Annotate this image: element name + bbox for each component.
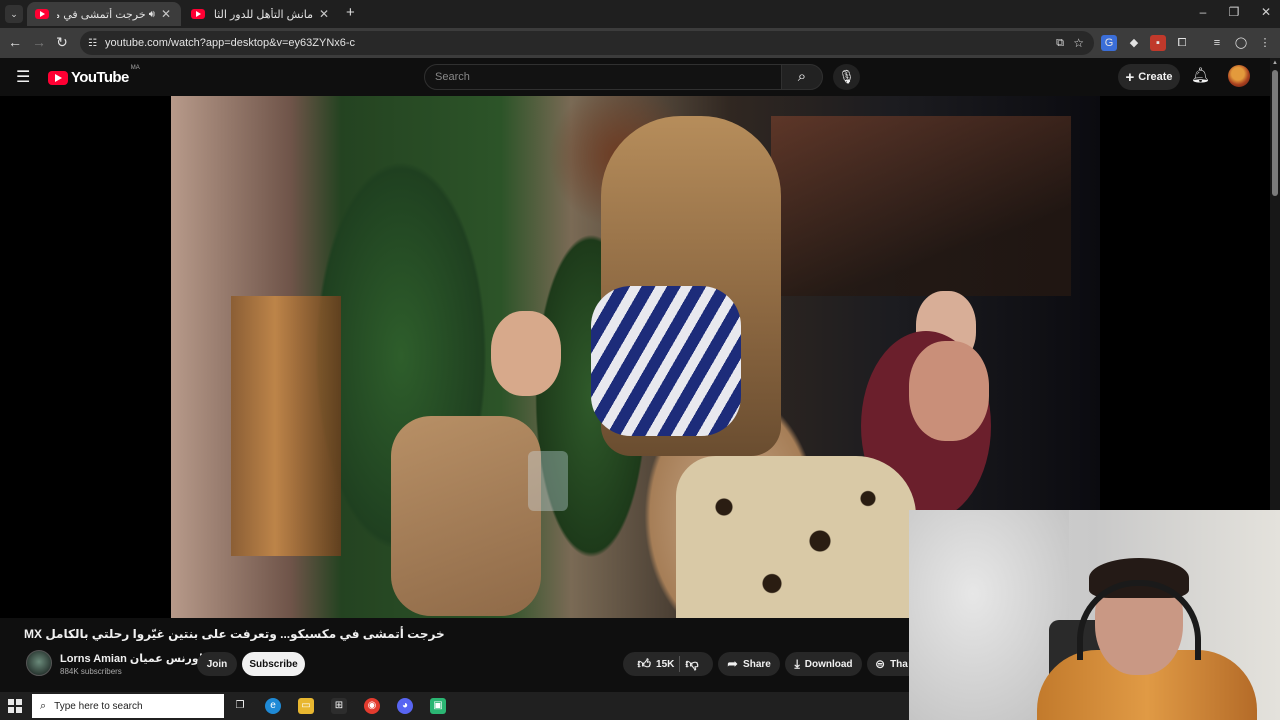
search-input[interactable]: Search [424, 64, 782, 90]
chrome-menu-icon[interactable]: ⋮ [1257, 35, 1273, 51]
youtube-logo[interactable]: YouTube MA [48, 65, 140, 86]
search-icon[interactable]: ⌕ [781, 64, 823, 90]
reload-icon[interactable]: ↻ [53, 34, 71, 51]
back-icon[interactable]: ← [6, 34, 24, 50]
notifications-bell-icon[interactable]: 🔔︎ [1191, 66, 1210, 84]
country-code: MA [130, 65, 140, 71]
scroll-up-arrow-icon[interactable]: ▲ [1272, 60, 1278, 66]
discord-icon[interactable]: ◕ [397, 698, 413, 714]
webcam-overlay [909, 510, 1280, 720]
tab-strip: ⌄ خرجت أتمشى في مكسيكو... 🔊︎ ✕ مانش التأ… [0, 0, 1280, 28]
video-face [909, 341, 989, 441]
video-lights [771, 116, 1071, 296]
site-info-icon[interactable]: ☷ [88, 38, 97, 49]
thanks-icon: ⊜ [875, 657, 886, 671]
download-label: Download [804, 658, 853, 670]
like-dislike-group: 👍︎ 15K 👎︎ [623, 652, 713, 676]
taskbar-search-input[interactable]: ⌕ Type here to search [32, 694, 224, 718]
close-tab-icon[interactable]: ✕ [317, 7, 331, 21]
create-button[interactable]: + Create [1118, 64, 1180, 90]
video-title: خرجت أتمشى في مكسيكو... وتعرفت على بنتين… [24, 627, 445, 641]
create-label: Create [1138, 71, 1173, 83]
youtube-header: ☰ YouTube MA Search ⌕ 🎙︎ + Create 🔔︎ [0, 58, 1280, 96]
thanks-label: Tha [890, 658, 908, 670]
video-striped-top [591, 286, 741, 436]
extensions-puzzle-icon[interactable]: ⧠ [1174, 35, 1190, 51]
video-cup [528, 451, 568, 511]
windows-taskbar: ⌕ Type here to search ❐ e ▭ ⊞ ◉ ◕ ▣ [0, 692, 909, 720]
download-icon: ⤓ [794, 656, 800, 671]
address-bar[interactable]: ☷ youtube.com/watch?app=desktop&v=ey63ZY… [80, 31, 1094, 55]
chrome-icon[interactable]: ◉ [364, 698, 380, 714]
taskbar-search-placeholder: Type here to search [54, 700, 143, 712]
divider [679, 656, 681, 672]
youtube-favicon-icon [191, 9, 205, 19]
profile-icon[interactable]: ◯ [1233, 35, 1249, 51]
tab-search-button[interactable]: ⌄ [5, 5, 23, 23]
tab-video[interactable]: خرجت أتمشى في مكسيكو... 🔊︎ ✕ [27, 2, 181, 26]
forward-icon[interactable]: → [30, 34, 48, 50]
tab-other[interactable]: مانش التأهل للدور الثاني؟ التشك... ✕ [183, 2, 339, 26]
download-button[interactable]: ⤓ Download [785, 652, 862, 676]
tab-title: خرجت أتمشى في مكسيكو... [57, 8, 146, 21]
restore-button[interactable]: ❐ [1224, 5, 1244, 19]
store-icon[interactable]: ⊞ [331, 698, 347, 714]
microphone-icon[interactable]: 🎙︎ [833, 64, 860, 90]
share-button[interactable]: ➦ Share [718, 652, 780, 676]
channel-name-text: Lorns Amian لورنس عميان [60, 653, 203, 665]
speaker-icon[interactable]: 🔊︎ [149, 9, 155, 20]
avatar[interactable] [1228, 65, 1250, 87]
video-leopard-bag [676, 456, 916, 618]
translate-extension-icon[interactable]: G [1101, 35, 1117, 51]
subscribe-button[interactable]: Subscribe [242, 652, 305, 676]
subscriber-count: 884K subscribers [60, 667, 122, 676]
file-explorer-icon[interactable]: ▭ [298, 698, 314, 714]
edge-icon[interactable]: e [265, 698, 281, 714]
youtube-play-icon [48, 70, 68, 85]
search-icon: ⌕ [40, 699, 47, 712]
video-face [491, 311, 561, 396]
minimize-button[interactable]: – [1193, 5, 1213, 19]
media-control-icon[interactable]: ≡ [1209, 35, 1225, 51]
like-count: 15K [656, 658, 675, 670]
install-icon[interactable]: ⧉ [1056, 37, 1064, 50]
thumbs-down-icon[interactable]: 👎︎ [685, 656, 698, 672]
close-window-button[interactable]: ✕ [1256, 5, 1276, 19]
bookmark-star-icon[interactable]: ☆ [1073, 36, 1084, 50]
channel-avatar[interactable] [26, 650, 52, 676]
tab-title: مانش التأهل للدور الثاني؟ التشك... [213, 8, 313, 21]
extension-diamond-icon[interactable]: ◆ [1126, 35, 1142, 51]
new-tab-button[interactable]: + [346, 4, 355, 21]
channel-name[interactable]: Lorns Amian لورنس عميان ✔︎ [60, 652, 214, 665]
share-label: Share [743, 658, 771, 670]
video-coat [391, 416, 541, 616]
app-green-icon[interactable]: ▣ [430, 698, 446, 714]
windows-start-icon[interactable] [8, 699, 22, 713]
extension-red-icon[interactable]: ▪ [1150, 35, 1166, 51]
share-icon: ➦ [727, 656, 739, 671]
url-text: youtube.com/watch?app=desktop&v=ey63ZYNx… [104, 37, 356, 49]
thumbs-up-icon: 👍︎ [637, 656, 652, 671]
task-view-icon[interactable]: ❐ [232, 698, 248, 714]
video-doorway [231, 296, 341, 556]
menu-hamburger-icon[interactable]: ☰ [16, 67, 30, 87]
like-button[interactable]: 👍︎ 15K [637, 656, 674, 672]
browser-toolbar: ← → ↻ ☷ youtube.com/watch?app=desktop&v=… [0, 28, 1280, 58]
scrollbar-thumb[interactable] [1272, 70, 1278, 196]
logo-text: YouTube [71, 69, 129, 86]
join-button[interactable]: Join [197, 652, 237, 676]
close-tab-icon[interactable]: ✕ [159, 7, 173, 21]
youtube-favicon-icon [35, 9, 49, 19]
plus-icon: + [1125, 68, 1135, 86]
